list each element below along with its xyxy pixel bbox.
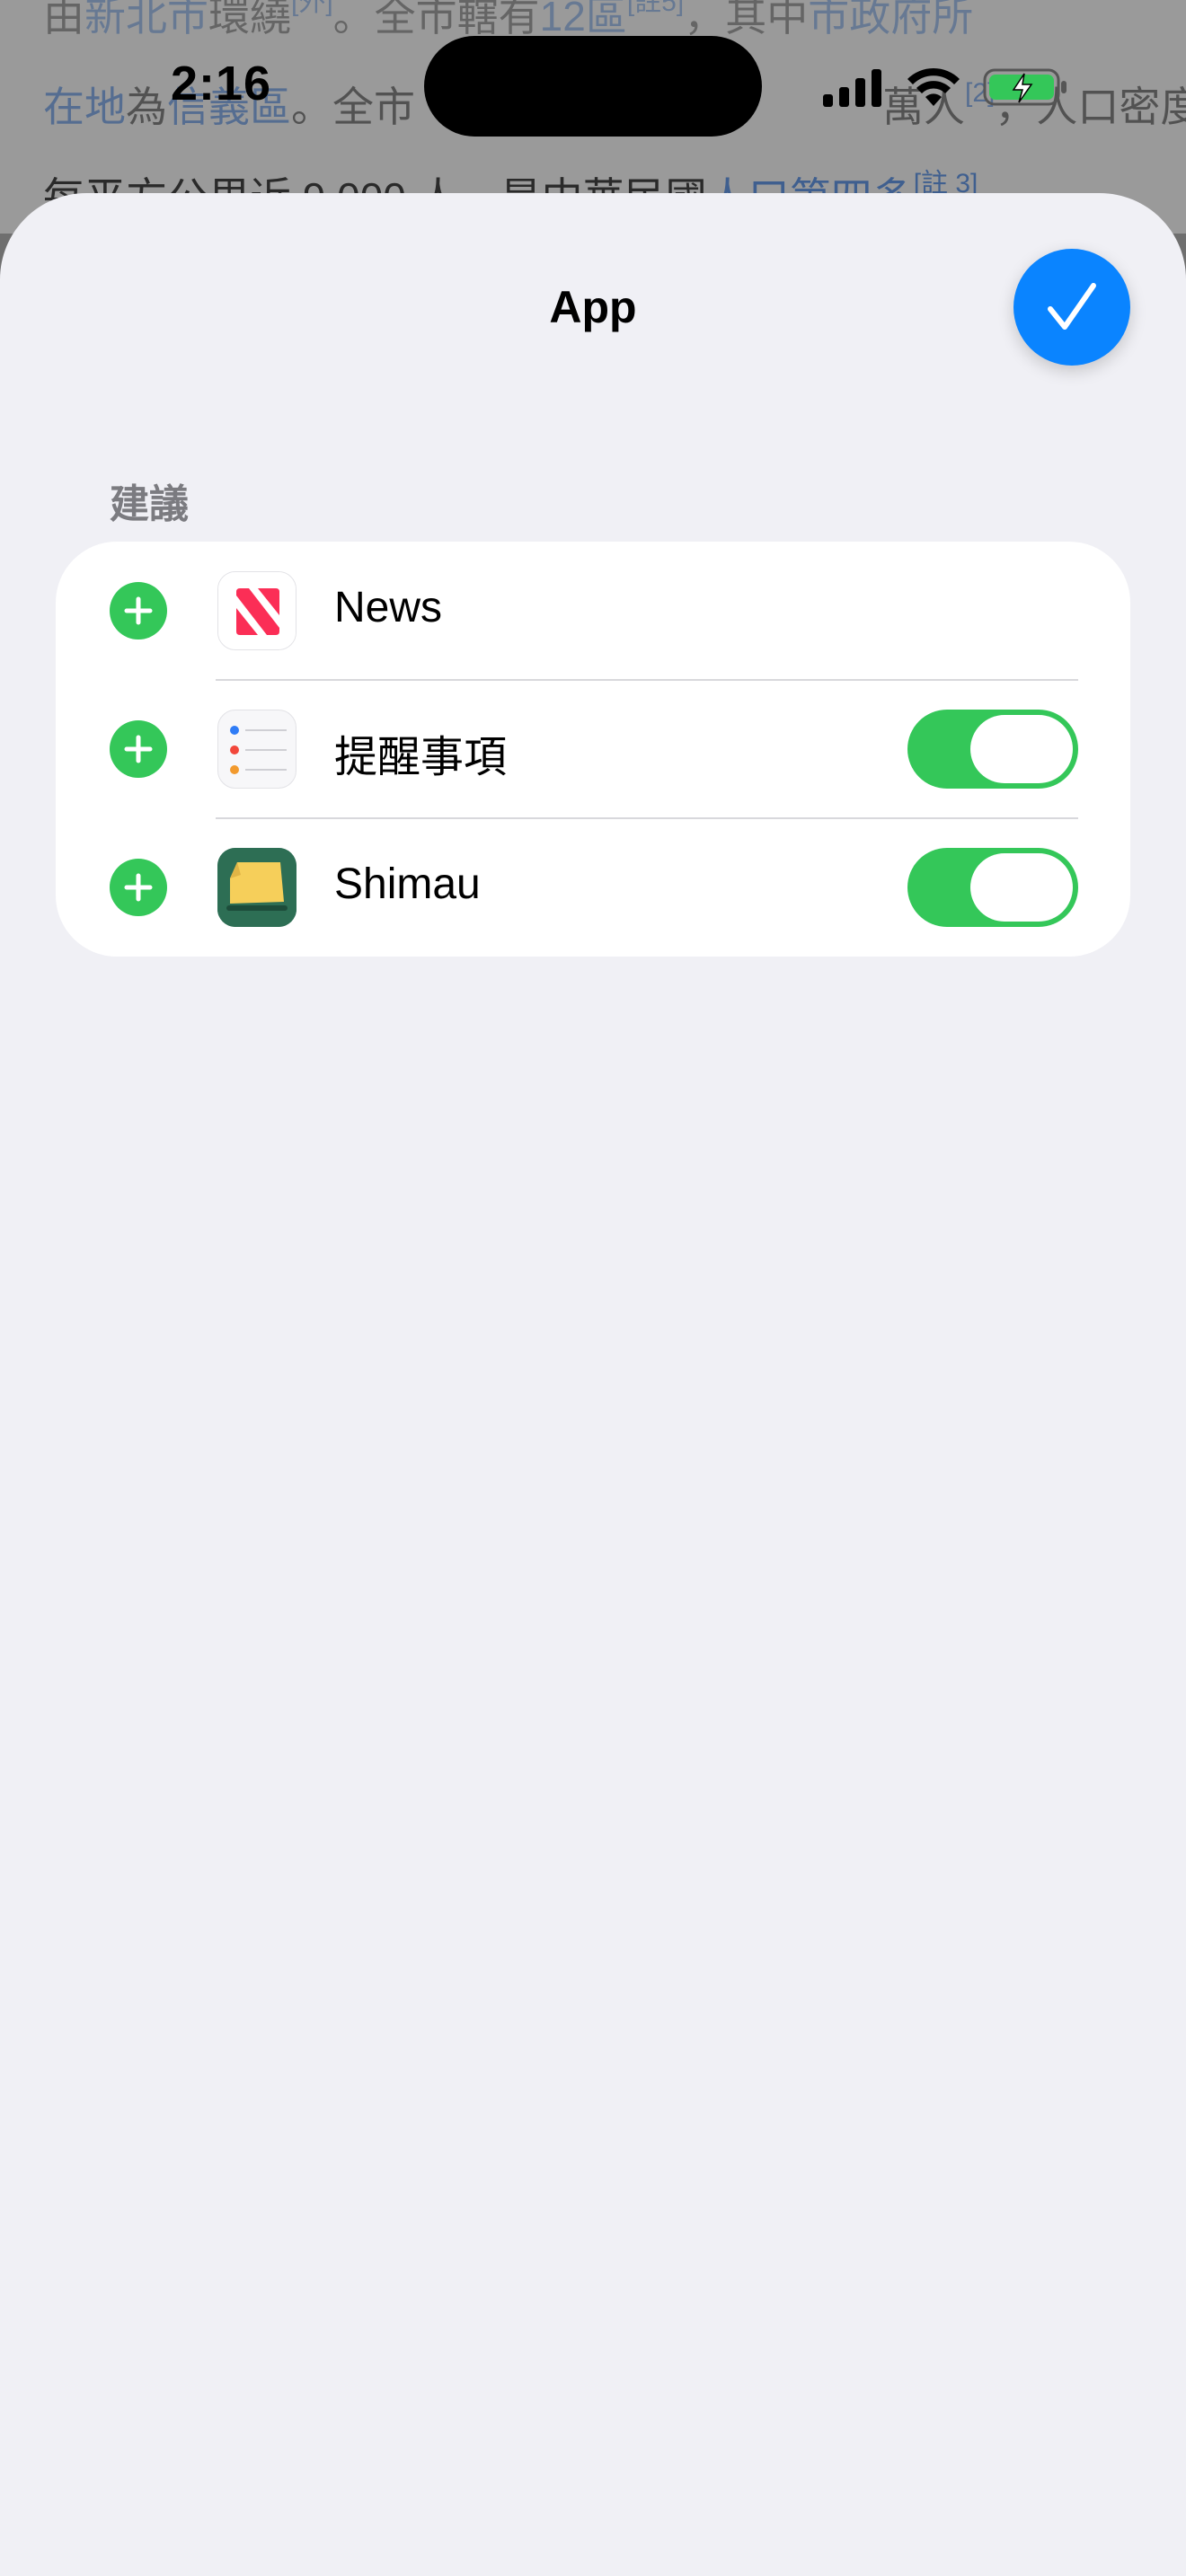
app-picker-sheet: App 建議 News 提醒事項 Shimau [0,193,1186,2576]
list-item-news: News [56,542,1130,680]
plus-icon [124,596,153,625]
status-icons [821,65,1069,110]
checkmark-icon [1048,283,1096,330]
reminders-toggle[interactable] [907,710,1078,789]
add-reminders-button[interactable] [110,720,167,778]
done-button[interactable] [1013,249,1130,366]
add-shimau-button[interactable] [110,859,167,916]
plus-icon [124,735,153,763]
status-bar: 2:16 [0,0,1186,171]
toggle-knob [970,853,1073,922]
reminders-icon [217,710,296,789]
shimau-toggle[interactable] [907,848,1078,927]
section-header-suggestions: 建議 [110,482,189,526]
plus-icon [124,873,153,902]
battery-charging-icon [983,68,1067,106]
suggested-apps-list: News 提醒事項 Shimau [56,542,1130,957]
status-time: 2:16 [171,57,272,110]
add-news-button[interactable] [110,582,167,640]
app-name-reminders: 提醒事項 [334,734,508,781]
cellular-signal-icon [823,69,881,107]
wifi-icon [907,67,960,106]
toggle-knob [970,715,1073,783]
list-item-reminders: 提醒事項 [56,680,1130,818]
app-name-shimau: Shimau [334,860,481,908]
list-item-shimau: Shimau [56,818,1130,957]
dynamic-island [424,36,762,137]
sheet-title: App [549,282,637,332]
news-icon [217,571,296,650]
shimau-icon [217,848,296,927]
app-name-news: News [334,584,443,631]
